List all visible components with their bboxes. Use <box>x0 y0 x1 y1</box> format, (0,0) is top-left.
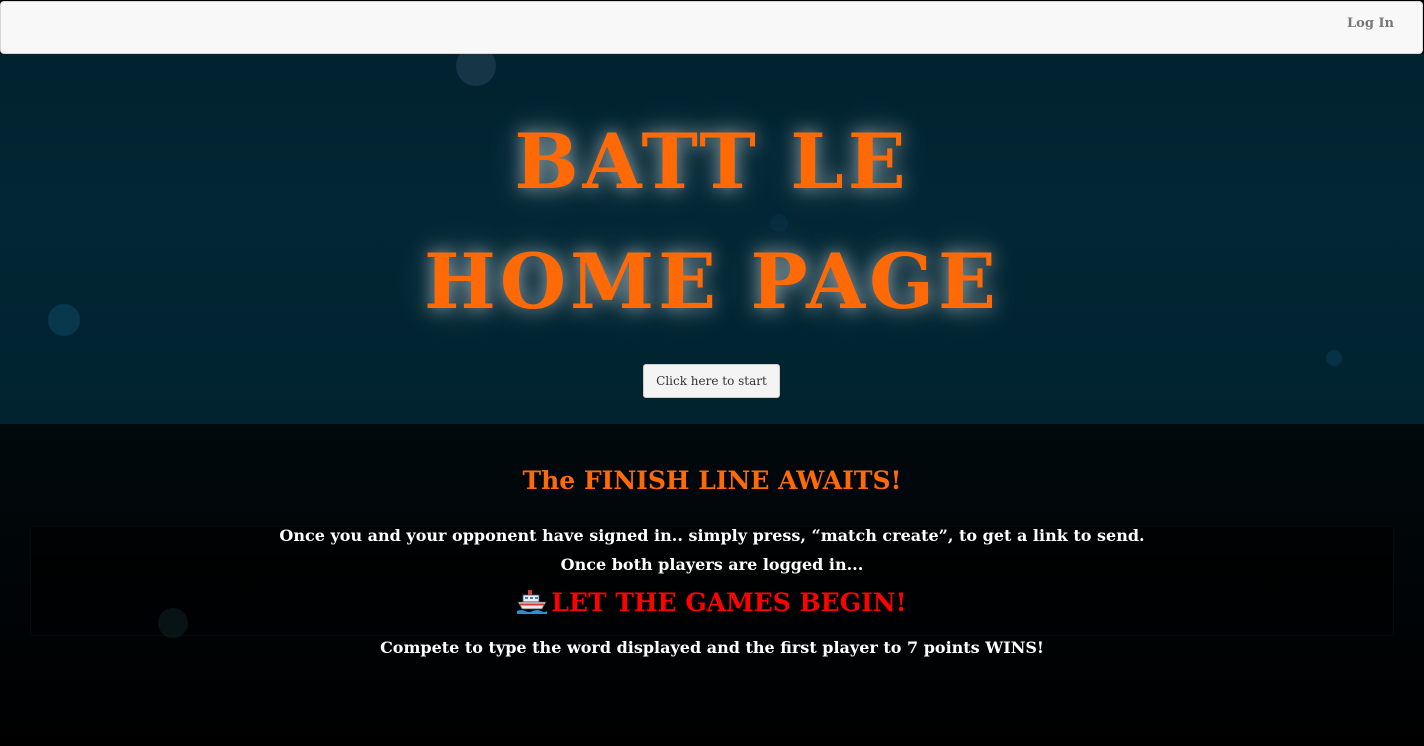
finish-heading: The FINISH LINE AWAITS! <box>522 466 902 495</box>
hero-section: BATT LE HOME PAGE Click here to start <box>0 54 1424 424</box>
ship-icon <box>517 590 548 614</box>
games-begin-text: LET THE GAMES BEGIN! <box>551 588 907 617</box>
games-begin-banner: LET THE GAMES BEGIN! <box>0 588 1424 617</box>
bubble-decoration <box>1326 350 1342 366</box>
instructions-line-1: Once you and your opponent have signed i… <box>279 526 1145 545</box>
page-title: BATT LE HOME PAGE <box>0 102 1424 342</box>
title-line-1: BATT LE <box>514 117 910 206</box>
navbar: Log In <box>0 1 1423 54</box>
instructions-line-2: Once both players are logged in... <box>560 555 864 574</box>
instructions-line-3: Compete to type the word displayed and t… <box>380 638 1044 657</box>
bubble-decoration <box>456 54 496 86</box>
login-link[interactable]: Log In <box>1347 16 1394 31</box>
start-button[interactable]: Click here to start <box>643 364 780 398</box>
info-section: The FINISH LINE AWAITS! Once you and you… <box>0 424 1424 746</box>
title-line-2: HOME PAGE <box>424 237 1000 326</box>
